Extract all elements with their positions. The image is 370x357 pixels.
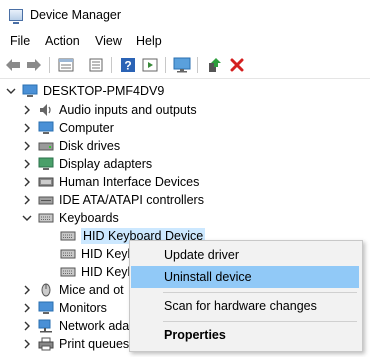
category-disk-drives[interactable]: Disk drives xyxy=(22,137,120,155)
menu-properties[interactable]: Properties xyxy=(131,324,359,346)
tree-root[interactable]: DESKTOP-PMF4DV9 xyxy=(6,82,164,100)
ide-controller-icon xyxy=(38,193,54,207)
chevron-right-icon[interactable] xyxy=(22,285,32,295)
chevron-right-icon[interactable] xyxy=(22,123,32,133)
menu-bar: File Action View Help xyxy=(0,30,370,52)
run-icon[interactable] xyxy=(141,56,159,74)
svg-text:?: ? xyxy=(124,59,131,73)
chevron-right-icon[interactable] xyxy=(22,195,32,205)
device-label: HID Keyb xyxy=(81,247,135,261)
chevron-right-icon[interactable] xyxy=(22,303,32,313)
properties-grid-icon[interactable] xyxy=(57,56,75,74)
category-label: Human Interface Devices xyxy=(59,175,200,189)
category-display-adapters[interactable]: Display adapters xyxy=(22,155,152,173)
monitor-icon xyxy=(38,301,54,315)
category-label: Mice and ot xyxy=(59,283,124,297)
hid-icon xyxy=(38,175,54,189)
chevron-right-icon[interactable] xyxy=(22,141,32,151)
menu-view[interactable]: View xyxy=(95,34,122,48)
category-monitors[interactable]: Monitors xyxy=(22,299,107,317)
keyboard-icon xyxy=(60,265,76,279)
keyboard-icon xyxy=(60,247,76,261)
device-hid-keyboard-3[interactable]: HID Keyb xyxy=(60,263,135,281)
title-bar: Device Manager xyxy=(0,0,370,30)
mouse-icon xyxy=(38,283,54,297)
computer-name: DESKTOP-PMF4DV9 xyxy=(43,84,165,98)
toolbar-separator xyxy=(165,57,166,73)
toolbar-separator xyxy=(111,57,112,73)
disk-drive-icon xyxy=(38,139,54,153)
help-icon[interactable]: ? xyxy=(119,56,137,74)
category-label: Computer xyxy=(59,121,114,135)
speaker-icon xyxy=(38,103,54,117)
toolbar-separator xyxy=(197,57,198,73)
category-label: Monitors xyxy=(59,301,107,315)
menu-file[interactable]: File xyxy=(10,34,30,48)
device-view-icon[interactable] xyxy=(87,56,105,74)
forward-arrow-icon[interactable] xyxy=(25,56,43,74)
chevron-down-icon[interactable] xyxy=(22,213,32,223)
toolbar: ? xyxy=(0,52,370,79)
category-label: Keyboards xyxy=(59,211,119,225)
category-hid[interactable]: Human Interface Devices xyxy=(22,173,199,191)
enable-device-icon[interactable] xyxy=(205,56,223,74)
keyboard-icon xyxy=(38,211,54,225)
category-print-queues[interactable]: Print queues xyxy=(22,335,129,353)
chevron-right-icon[interactable] xyxy=(22,321,32,331)
menu-uninstall-device[interactable]: Uninstall device xyxy=(131,266,359,288)
category-ide[interactable]: IDE ATA/ATAPI controllers xyxy=(22,191,204,209)
menu-update-driver[interactable]: Update driver xyxy=(131,244,359,266)
category-mice[interactable]: Mice and ot xyxy=(22,281,124,299)
network-icon xyxy=(38,319,54,333)
toolbar-separator xyxy=(49,57,50,73)
chevron-right-icon[interactable] xyxy=(22,339,32,349)
category-computer[interactable]: Computer xyxy=(22,119,114,137)
context-menu: Update driver Uninstall device Scan for … xyxy=(129,240,363,352)
chevron-right-icon[interactable] xyxy=(22,105,32,115)
computer-icon xyxy=(22,84,38,98)
menu-item-label: Update driver xyxy=(164,248,240,262)
printer-icon xyxy=(38,337,54,351)
menu-action[interactable]: Action xyxy=(45,34,80,48)
category-label: Audio inputs and outputs xyxy=(59,103,197,117)
menu-scan-hardware[interactable]: Scan for hardware changes xyxy=(131,295,359,317)
menu-help[interactable]: Help xyxy=(136,34,162,48)
device-label: HID Keyb xyxy=(81,265,135,279)
chevron-right-icon[interactable] xyxy=(22,177,32,187)
category-network[interactable]: Network ada xyxy=(22,317,129,335)
window-title: Device Manager xyxy=(30,8,122,22)
chevron-right-icon[interactable] xyxy=(22,159,32,169)
category-label: Network ada xyxy=(59,319,130,333)
menu-item-label: Properties xyxy=(164,328,226,342)
menu-item-label: Scan for hardware changes xyxy=(164,299,317,313)
category-audio[interactable]: Audio inputs and outputs xyxy=(22,101,197,119)
device-hid-keyboard-2[interactable]: HID Keyb xyxy=(60,245,135,263)
chevron-down-icon[interactable] xyxy=(6,86,16,96)
device-manager-icon xyxy=(9,9,23,24)
menu-item-label: Uninstall device xyxy=(164,270,252,284)
category-label: Print queues xyxy=(59,337,130,351)
menu-separator xyxy=(163,321,357,322)
category-label: Display adapters xyxy=(59,157,153,171)
uninstall-x-icon[interactable] xyxy=(228,56,246,74)
monitor-scan-icon[interactable] xyxy=(173,56,191,74)
category-label: Disk drives xyxy=(59,139,121,153)
display-adapter-icon xyxy=(38,157,54,171)
menu-separator xyxy=(163,292,357,293)
back-arrow-icon[interactable] xyxy=(4,56,22,74)
keyboard-icon xyxy=(60,229,76,243)
monitor-icon xyxy=(38,121,54,135)
category-keyboards[interactable]: Keyboards xyxy=(22,209,119,227)
category-label: IDE ATA/ATAPI controllers xyxy=(59,193,204,207)
